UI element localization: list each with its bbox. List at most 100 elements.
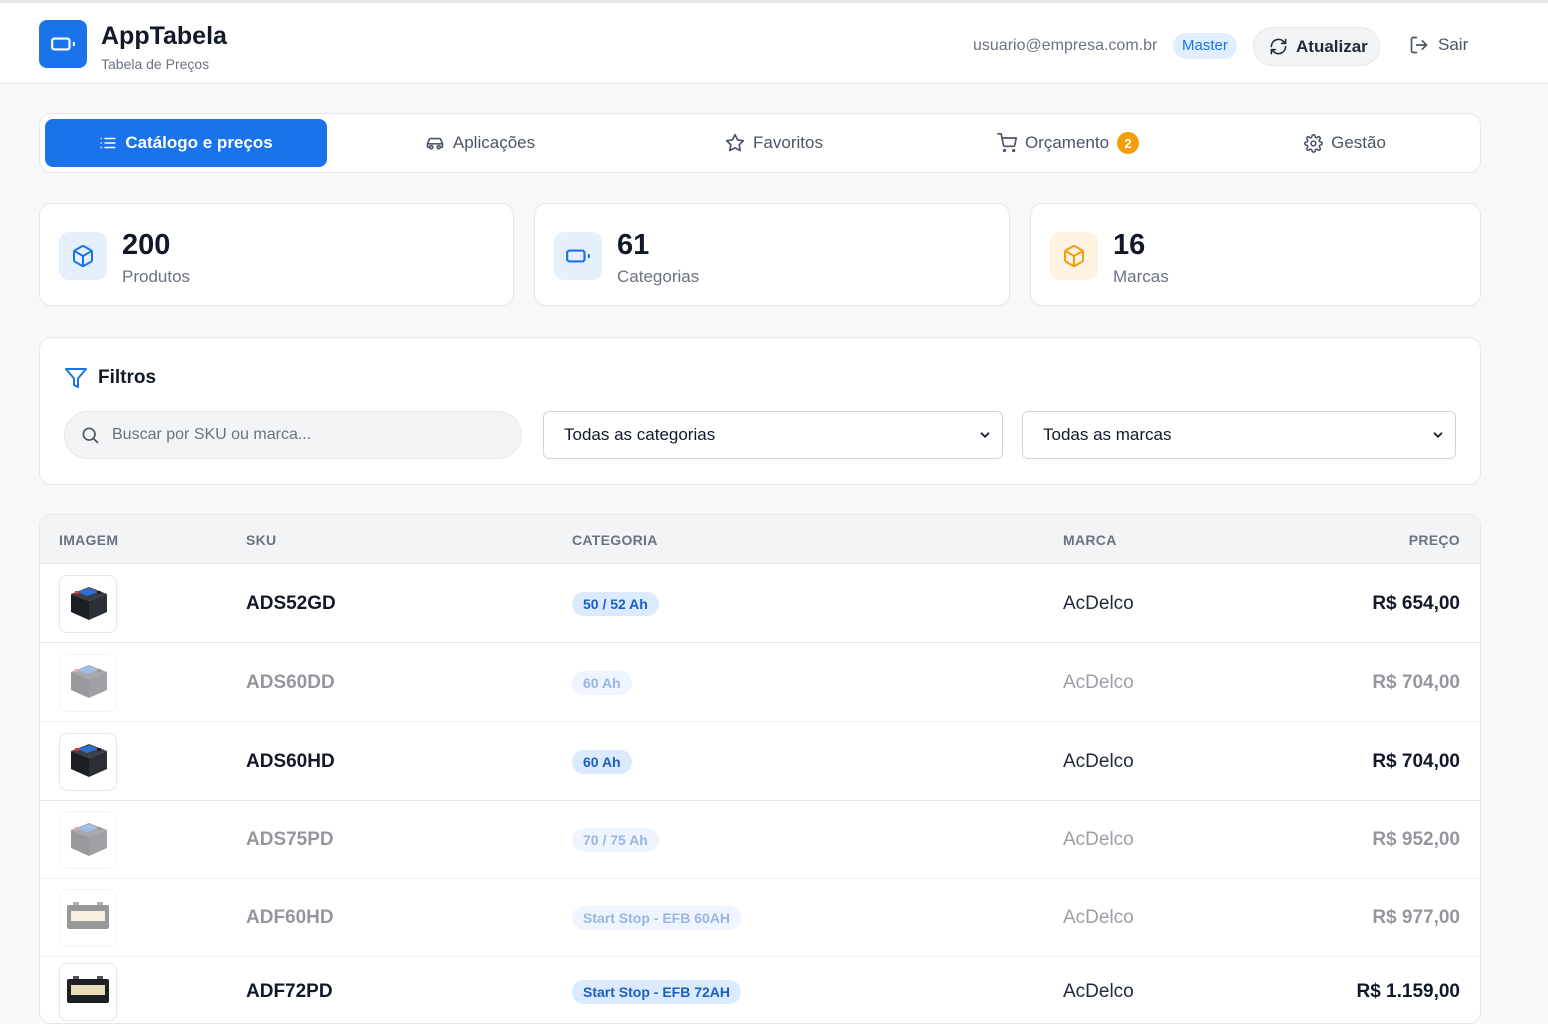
header-sku: SKU [246,532,277,548]
cell-price: R$ 952,00 [1372,829,1460,850]
logout-label: Sair [1438,35,1469,54]
category-badge: 70 / 75 Ah [572,828,659,852]
table-row[interactable]: ADS60HD 60 Ah AcDelco R$ 704,00 [40,722,1480,801]
cell-brand: AcDelco [1063,907,1134,928]
cell-sku: ADS52GD [246,593,336,614]
battery-dark-icon [65,816,111,865]
box-icon [1050,232,1098,280]
cell-price: R$ 704,00 [1372,750,1460,772]
header-price: PREÇO [1408,532,1460,548]
battery-dark-icon [65,737,111,786]
header-image: IMAGEM [59,532,119,548]
app-subtitle: Tabela de Preços [101,56,210,72]
search-input[interactable] [112,426,492,444]
filters-panel: Filtros Todas as categorias Todas as mar… [39,337,1481,485]
refresh-button[interactable]: Atualizar [1253,27,1380,66]
logout-icon [1410,36,1428,54]
cell-brand: AcDelco [1063,981,1134,1002]
product-image[interactable] [59,732,117,791]
chevron-down-icon [980,432,990,438]
cell-brand: AcDelco [1063,593,1134,614]
cell-price: R$ 704,00 [1372,671,1460,693]
brand-select[interactable]: Todas as marcas [1022,411,1456,459]
header-category: CATEGORIA [572,532,658,548]
app-title: AppTabela [101,22,227,50]
cell-sku: ADS60DD [246,671,335,693]
search-icon [82,427,99,444]
app-logo-icon [39,20,87,68]
cell-price: R$ 654,00 [1372,593,1460,614]
cart-icon [996,133,1017,153]
stat-label: Produtos [122,267,191,286]
category-badge: 50 / 52 Ah [572,592,659,616]
filters-title-label: Filtros [98,367,157,388]
product-image[interactable] [59,653,117,712]
cell-brand: AcDelco [1063,750,1134,772]
category-badge: 60 Ah [572,749,632,774]
battery-flat-icon [64,973,112,1012]
search-field [64,411,522,459]
car-icon [426,137,444,150]
tab-catalog[interactable]: Catálogo e preços [45,119,327,167]
stat-value: 200 [122,229,171,261]
stat-value: 61 [617,229,650,261]
filters-title: Filtros [64,366,156,390]
cell-sku: ADS75PD [246,829,334,850]
refresh-icon [1270,38,1287,55]
table-row[interactable]: ADS60DD 60 Ah AcDelco R$ 704,00 [40,643,1480,722]
tab-label: Gestão [1331,133,1386,152]
list-icon [100,137,116,149]
stat-card-categories: 61 Categorias [534,203,1010,306]
category-select-value: Todas as categorias [564,425,716,444]
table-row[interactable]: ADS52GD 50 / 52 Ah AcDelco R$ 654,00 [40,565,1480,643]
tab-label: Orçamento [1024,133,1110,152]
stat-label: Categorias [617,267,700,286]
header-brand: MARCA [1063,532,1117,548]
table-row[interactable]: ADF60HD Start Stop - EFB 60AH AcDelco R$ 97… [40,879,1480,957]
category-badge: 60 Ah [572,670,632,695]
table-row[interactable]: ADS75PD 70 / 75 Ah AcDelco R$ 952,00 [40,801,1480,879]
tab-favorites[interactable]: Favoritos [633,119,915,167]
star-icon [725,133,745,152]
refresh-label: Atualizar [1296,36,1368,56]
tab-applications[interactable]: Aplicações [339,119,621,167]
category-badge: Start Stop - EFB 60AH [572,906,742,930]
battery-dark-icon [65,580,111,629]
logout-button[interactable]: Sair [1409,35,1468,55]
stat-label: Marcas [1113,267,1169,286]
stat-value: 16 [1113,229,1146,261]
product-image[interactable] [59,889,117,947]
brand-select-value: Todas as marcas [1043,425,1172,444]
product-table: IMAGEM SKU CATEGORIA MARCA PREÇO ADS52GD… [39,514,1481,1024]
user-email: usuario@empresa.com.br [973,37,1158,54]
stat-card-products: 200 Produtos [39,203,514,306]
role-badge: Master [1173,33,1237,59]
quote-count-badge: 2 [1117,132,1140,154]
table-header: IMAGEM SKU CATEGORIA MARCA PREÇO [40,515,1480,564]
cell-brand: AcDelco [1063,671,1134,693]
cell-brand: AcDelco [1063,829,1134,850]
product-image[interactable] [59,811,117,869]
battery-dark-icon [65,658,111,707]
box-icon [59,232,107,280]
cell-sku: ADF60HD [246,907,334,928]
product-image[interactable] [59,575,117,633]
tab-management[interactable]: Gestão [1204,119,1486,167]
filter-icon [65,368,87,388]
battery-icon [554,232,602,280]
cell-sku: ADF72PD [246,981,333,1002]
tab-quote[interactable]: Orçamento 2 [927,119,1209,167]
main-tabs: Catálogo e preços Aplicações Favoritos O… [39,113,1481,173]
chevron-down-icon [1433,432,1443,438]
cell-sku: ADS60HD [246,750,335,772]
table-row[interactable]: ADF72PD Start Stop - EFB 72AH AcDelco R$ 1.… [40,957,1480,1023]
stat-card-brands: 16 Marcas [1030,203,1481,306]
top-bar: AppTabela Tabela de Preços usuario@empre… [0,0,1548,84]
tab-label: Catálogo e preços [125,133,273,152]
category-select[interactable]: Todas as categorias [543,411,1003,459]
cell-price: R$ 1.159,00 [1356,981,1460,1002]
tab-label: Aplicações [452,133,536,152]
product-image[interactable] [59,963,117,1021]
battery-flat-icon [64,899,112,938]
cell-price: R$ 977,00 [1372,907,1460,928]
